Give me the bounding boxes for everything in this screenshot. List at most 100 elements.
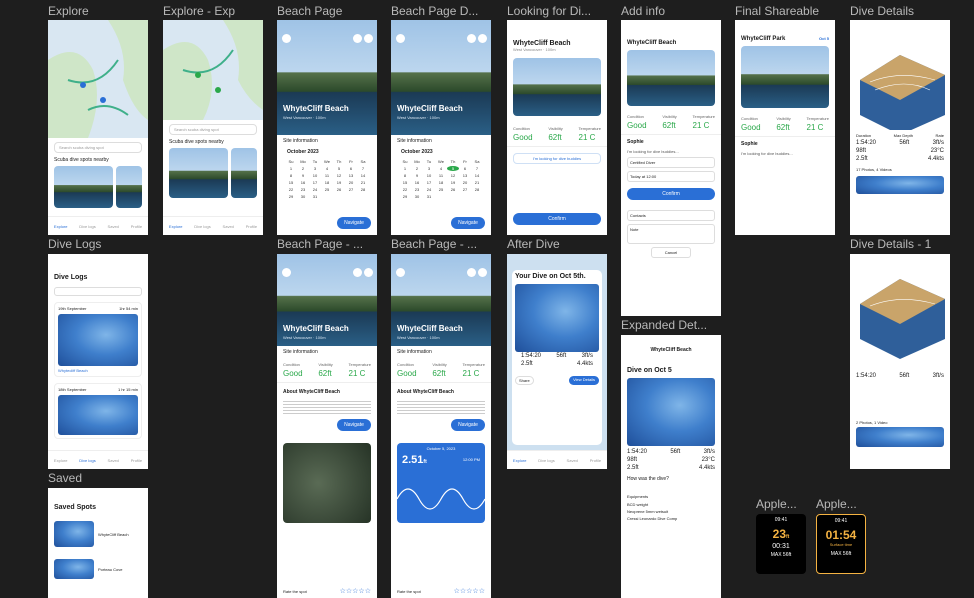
note-field[interactable]: Note <box>627 224 715 244</box>
heart-icon[interactable] <box>364 34 373 43</box>
calendar-day[interactable]: 7 <box>471 166 483 171</box>
calendar-day[interactable]: 22 <box>399 187 411 192</box>
tab-profile[interactable]: Profile <box>131 458 142 463</box>
navigate-button[interactable]: Navigate <box>337 419 371 431</box>
calendar-day[interactable]: 31 <box>423 194 435 199</box>
calendar-day[interactable]: 30 <box>297 194 309 199</box>
photo-thumb[interactable] <box>856 176 944 194</box>
calendar-day[interactable]: 1 <box>399 166 411 171</box>
calendar-day[interactable]: 13 <box>345 173 357 178</box>
calendar-day[interactable]: 20 <box>459 180 471 185</box>
calendar-day[interactable]: 16 <box>297 180 309 185</box>
tab-profile[interactable]: Profile <box>131 224 142 229</box>
calendar-day[interactable]: 26 <box>447 187 459 192</box>
satellite-map[interactable] <box>283 443 371 523</box>
calendar-day[interactable]: 1 <box>285 166 297 171</box>
calendar-day[interactable]: 5 <box>447 166 459 171</box>
explore-map[interactable] <box>163 20 263 120</box>
confirm-button[interactable]: Confirm <box>513 213 601 225</box>
calendar-day[interactable]: 25 <box>321 187 333 192</box>
calendar-day[interactable]: 4 <box>321 166 333 171</box>
view-details-button[interactable]: View Details <box>569 376 599 385</box>
calendar-day[interactable]: 10 <box>309 173 321 178</box>
cancel-button[interactable]: Cancel <box>651 247 691 258</box>
back-icon[interactable] <box>282 268 291 277</box>
calendar-day[interactable]: 21 <box>357 180 369 185</box>
star-rating[interactable]: ☆☆☆☆☆ <box>454 587 485 595</box>
calendar-day[interactable]: 21 <box>471 180 483 185</box>
certified-field[interactable]: Certified Diver <box>627 157 715 168</box>
navigate-button[interactable]: Navigate <box>337 217 371 229</box>
share-icon[interactable] <box>353 34 362 43</box>
search-input[interactable] <box>54 287 142 296</box>
calendar-day[interactable]: 15 <box>399 180 411 185</box>
calendar-day[interactable]: 17 <box>423 180 435 185</box>
star-rating[interactable]: ☆☆☆☆☆ <box>340 587 371 595</box>
search-input[interactable]: Search scuba diving spot <box>169 124 257 135</box>
tab-profile[interactable]: Profile <box>246 224 257 229</box>
tab-saved[interactable]: Saved <box>567 458 578 463</box>
calendar-day[interactable]: 3 <box>309 166 321 171</box>
calendar-day[interactable]: 12 <box>333 173 345 178</box>
calendar-day[interactable]: 15 <box>285 180 297 185</box>
calendar-day[interactable]: 6 <box>345 166 357 171</box>
calendar-day[interactable]: 24 <box>423 187 435 192</box>
time-field[interactable]: Today at 12:00 <box>627 171 715 182</box>
calendar-day[interactable]: 12 <box>447 173 459 178</box>
calendar-day[interactable]: 25 <box>435 187 447 192</box>
tab-dive-logs[interactable]: Dive logs <box>538 458 554 463</box>
calendar-day[interactable]: 29 <box>399 194 411 199</box>
tab-dive-logs[interactable]: Dive logs <box>79 458 95 463</box>
calendar-day[interactable]: 19 <box>333 180 345 185</box>
spot-card[interactable] <box>169 148 228 198</box>
confirm-button[interactable]: Confirm <box>627 188 715 200</box>
share-icon[interactable] <box>467 34 476 43</box>
calendar-day[interactable]: 14 <box>357 173 369 178</box>
calendar-day[interactable]: 26 <box>333 187 345 192</box>
calendar-day[interactable]: 11 <box>321 173 333 178</box>
heart-icon[interactable] <box>478 268 487 277</box>
photo-thumb[interactable] <box>856 427 944 447</box>
calendar-day[interactable]: 19 <box>447 180 459 185</box>
tide-card[interactable]: October 5, 2023 2.51ft 12:00 PM <box>397 443 485 523</box>
tab-explore[interactable]: Explore <box>54 458 68 463</box>
explore-map[interactable] <box>48 20 148 138</box>
heart-icon[interactable] <box>478 34 487 43</box>
tab-explore[interactable]: Explore <box>169 224 183 229</box>
calendar-day[interactable]: 29 <box>285 194 297 199</box>
saved-item[interactable]: WhyteCliff Beach <box>48 515 148 553</box>
navigate-button[interactable]: Navigate <box>451 217 485 229</box>
share-button[interactable]: Share <box>515 376 534 385</box>
log-card[interactable]: 19th September 1hr 54 min Whytecliff Beac… <box>54 302 142 377</box>
calendar-day[interactable]: 28 <box>357 187 369 192</box>
calendar-day[interactable]: 20 <box>345 180 357 185</box>
share-icon[interactable] <box>353 268 362 277</box>
heart-icon[interactable] <box>364 268 373 277</box>
tab-dive-logs[interactable]: Dive logs <box>194 224 210 229</box>
calendar-day[interactable]: 6 <box>459 166 471 171</box>
calendar-day[interactable]: 16 <box>411 180 423 185</box>
saved-item[interactable]: Porteau Cove <box>48 553 148 585</box>
calendar-day[interactable]: 18 <box>321 180 333 185</box>
calendar-day[interactable]: 10 <box>423 173 435 178</box>
calendar-day[interactable]: 11 <box>435 173 447 178</box>
tab-saved[interactable]: Saved <box>223 224 234 229</box>
calendar-day[interactable]: 8 <box>285 173 297 178</box>
tab-dive-logs[interactable]: Dive logs <box>79 224 95 229</box>
calendar-day[interactable]: 30 <box>411 194 423 199</box>
calendar-day[interactable]: 7 <box>357 166 369 171</box>
calendar-day[interactable]: 8 <box>399 173 411 178</box>
calendar-day[interactable]: 9 <box>297 173 309 178</box>
tab-saved[interactable]: Saved <box>108 458 119 463</box>
calendar-day[interactable]: 14 <box>471 173 483 178</box>
calendar-day[interactable]: 18 <box>435 180 447 185</box>
calendar-day[interactable]: 28 <box>471 187 483 192</box>
calendar-day[interactable]: 27 <box>459 187 471 192</box>
search-input[interactable]: Search scuba diving spot <box>54 142 142 153</box>
calendar-day[interactable]: 22 <box>285 187 297 192</box>
spot-card[interactable] <box>230 148 257 198</box>
calendar-day[interactable]: 2 <box>411 166 423 171</box>
calendar-day[interactable]: 5 <box>333 166 345 171</box>
spot-card[interactable] <box>54 166 113 208</box>
back-icon[interactable] <box>282 34 291 43</box>
